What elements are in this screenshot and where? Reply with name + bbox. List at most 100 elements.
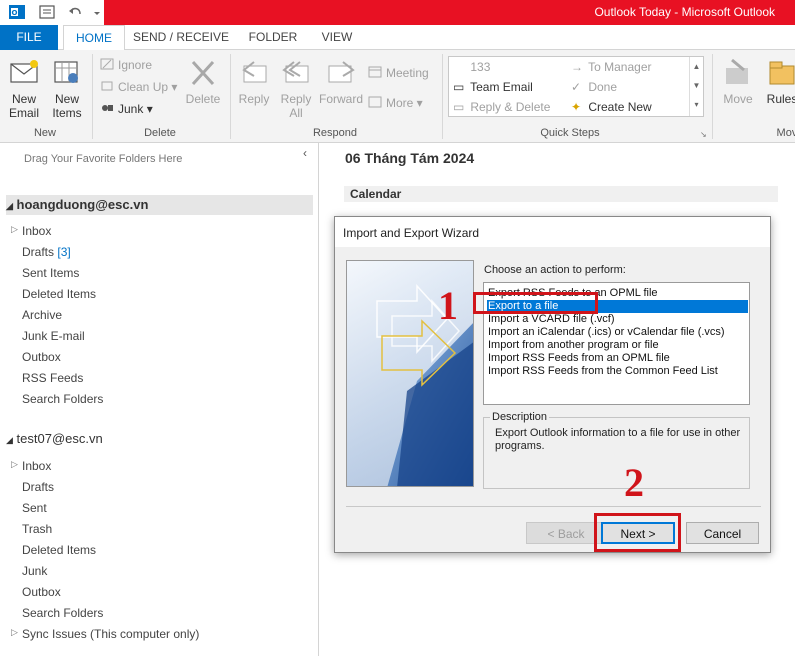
new-items-button[interactable]: New Items — [46, 56, 88, 120]
new-email-button[interactable]: New Email — [4, 56, 44, 120]
folder-drafts[interactable]: Drafts — [22, 478, 54, 496]
quick-step-item[interactable]: ✓ Done — [571, 78, 617, 96]
action-item[interactable]: Import RSS Feeds from an OPML file — [487, 352, 748, 365]
calendar-header: Calendar — [344, 186, 778, 202]
folder-inbox[interactable]: Inbox — [22, 457, 51, 475]
expand-triangle-icon[interactable]: ▷ — [11, 627, 18, 638]
clean-up-button[interactable]: Clean Up ▾ — [100, 78, 177, 96]
send-receive-all-icon[interactable] — [38, 3, 56, 21]
folder-search-folders[interactable]: Search Folders — [22, 604, 103, 622]
favorites-drag-hint: Drag Your Favorite Folders Here — [24, 153, 183, 165]
import-export-wizard-dialog: Import and Export Wizard Choose an actio… — [334, 216, 771, 553]
undo-icon[interactable] — [66, 3, 84, 21]
more-button[interactable]: More ▾ — [368, 94, 423, 112]
action-item[interactable]: Import a VCARD file (.vcf) — [487, 313, 748, 326]
tab-home[interactable]: HOME — [63, 25, 125, 51]
action-item[interactable]: Import RSS Feeds from the Common Feed Li… — [487, 365, 748, 378]
folder-inbox[interactable]: Inbox — [22, 222, 51, 240]
move-label: Move — [723, 92, 753, 106]
outlook-icon[interactable]: O — [8, 3, 26, 21]
ribbon-separator — [442, 54, 443, 139]
delete-label: Delete — [185, 92, 221, 106]
folder-sent-items[interactable]: Sent Items — [22, 264, 79, 282]
group-label-delete: Delete — [144, 127, 176, 139]
reply-all-button[interactable]: Reply All — [276, 56, 316, 120]
meeting-icon — [368, 65, 382, 79]
folder-deleted-items[interactable]: Deleted Items — [22, 541, 96, 559]
chevron-down-icon: ▾ — [143, 102, 153, 116]
folder-sent[interactable]: Sent — [22, 499, 47, 517]
meeting-button[interactable]: Meeting — [368, 64, 429, 82]
quick-step-item[interactable]: ▭ Team Email — [453, 78, 533, 96]
collapse-pane-icon[interactable]: ‹ — [303, 146, 307, 160]
junk-icon — [100, 101, 114, 115]
reply-delete-icon: ▭ — [453, 100, 465, 114]
dialog-separator — [346, 506, 761, 507]
account-hoangduong[interactable]: ◢ hoangduong@esc.vn — [6, 195, 148, 215]
rules-button[interactable]: Rules — [762, 56, 795, 106]
tab-folder[interactable]: FOLDER — [242, 25, 304, 50]
folder-outbox[interactable]: Outbox — [22, 348, 61, 366]
reply-icon — [238, 56, 270, 90]
create-new-icon: ✦ — [571, 100, 582, 114]
reply-button[interactable]: Reply — [234, 56, 274, 106]
folder-junk-email[interactable]: Junk E-mail — [22, 327, 85, 345]
clean-up-label: Clean Up — [118, 80, 169, 94]
quick-step-item[interactable]: 133 — [453, 58, 490, 76]
folder-deleted-items[interactable]: Deleted Items — [22, 285, 96, 303]
tab-view[interactable]: VIEW — [312, 25, 362, 50]
dialog-title: Import and Export Wizard — [343, 226, 480, 240]
annotation-highlight-next — [594, 513, 681, 552]
forward-button[interactable]: Forward — [318, 56, 364, 106]
action-item[interactable]: Import from another program or file — [487, 339, 748, 352]
reply-label: Reply — [238, 92, 270, 106]
folder-drafts[interactable]: Drafts [3] — [22, 243, 71, 261]
expanded-triangle-icon: ◢ — [6, 201, 13, 211]
clean-up-icon — [100, 79, 114, 93]
delete-button[interactable]: Delete — [182, 56, 224, 106]
quick-steps-gallery: 133 ▭ Team Email ▭ Reply & Delete → To M… — [448, 56, 704, 117]
ignore-button[interactable]: Ignore — [100, 56, 152, 74]
quick-step-item[interactable]: → To Manager — [571, 58, 652, 76]
account-test07[interactable]: ◢ test07@esc.vn — [6, 429, 103, 449]
title-bar: O Outlook Today - Microsoft Outlook — [0, 0, 795, 25]
delete-icon — [187, 56, 219, 90]
expand-triangle-icon[interactable]: ▷ — [11, 224, 18, 235]
expanded-triangle-icon: ◢ — [6, 435, 13, 445]
rules-label: Rules — [766, 92, 795, 106]
junk-button[interactable]: Junk ▾ — [100, 100, 153, 118]
more-icon — [368, 95, 382, 109]
done-icon: ✓ — [571, 80, 582, 94]
move-icon — [722, 56, 754, 90]
quick-step-item[interactable]: ✦ Create New — [571, 98, 652, 116]
meeting-label: Meeting — [386, 66, 429, 80]
new-email-label: New Email — [8, 92, 39, 120]
quick-steps-scrollbar[interactable]: ▲ ▼ ▾ — [689, 57, 703, 116]
unread-count: [3] — [57, 245, 71, 259]
annotation-step-2: 2 — [624, 460, 644, 505]
action-item[interactable]: Import an iCalendar (.ics) or vCalendar … — [487, 326, 748, 339]
today-date: 06 Tháng Tám 2024 — [345, 150, 475, 166]
dialog-launcher-icon[interactable]: ↘ — [700, 130, 707, 139]
more-label: More — [386, 96, 414, 110]
reply-all-label: Reply All — [280, 92, 312, 120]
group-label-new: New — [33, 127, 56, 139]
ignore-label: Ignore — [118, 58, 153, 72]
quick-step-item[interactable]: ▭ Reply & Delete — [453, 98, 550, 116]
customize-icon[interactable] — [92, 3, 102, 21]
expand-triangle-icon[interactable]: ▷ — [11, 459, 18, 470]
folder-search-folders[interactable]: Search Folders — [22, 390, 103, 408]
tab-file[interactable]: FILE — [0, 25, 58, 50]
cancel-button[interactable]: Cancel — [686, 522, 759, 544]
folder-archive[interactable]: Archive — [22, 306, 62, 324]
folder-trash[interactable]: Trash — [22, 520, 52, 538]
folder-junk[interactable]: Junk — [22, 562, 47, 580]
forward-label: Forward — [318, 92, 363, 106]
folder-sync-issues[interactable]: Sync Issues (This computer only) — [22, 625, 199, 643]
folder-rss-feeds[interactable]: RSS Feeds — [22, 369, 83, 387]
folder-outbox[interactable]: Outbox — [22, 583, 61, 601]
window-title: Outlook Today - Microsoft Outlook — [594, 5, 775, 19]
annotation-step-1: 1 — [438, 283, 458, 328]
move-button[interactable]: Move — [718, 56, 758, 106]
tab-send-receive[interactable]: SEND / RECEIVE — [130, 25, 232, 50]
